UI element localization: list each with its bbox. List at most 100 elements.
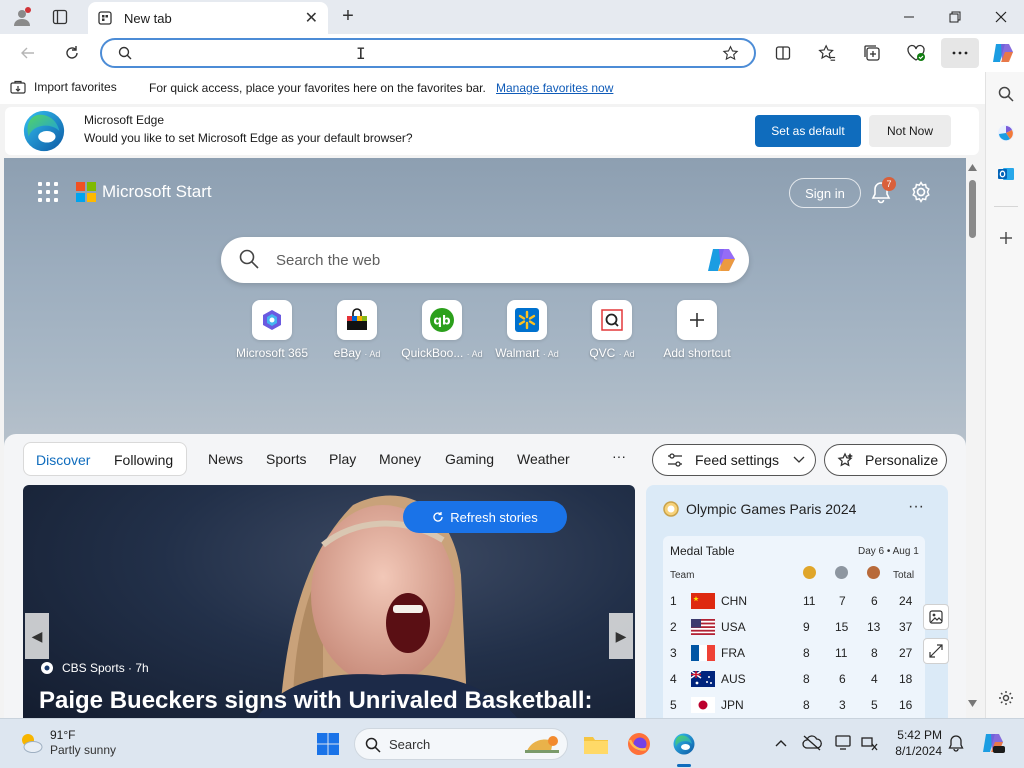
personalize-button[interactable]: Personalize <box>824 444 947 476</box>
table-row[interactable]: 1 CHN 11 7 6 24 <box>663 588 925 614</box>
browser-essentials-icon[interactable] <box>901 40 931 66</box>
story-source[interactable]: CBS Sports · 7h <box>39 661 149 675</box>
table-row[interactable]: 2 USA 9 15 13 37 <box>663 614 925 640</box>
minimize-icon[interactable] <box>886 0 932 34</box>
shortcut-walmart[interactable]: Walmart · Ad <box>482 300 572 360</box>
feed-settings-button[interactable]: Feed settings <box>652 444 816 476</box>
taskbar-search[interactable]: Search <box>354 728 568 760</box>
ad-label: · Ad <box>542 349 559 359</box>
close-window-icon[interactable] <box>978 0 1024 34</box>
silver-count: 3 <box>839 698 846 712</box>
tab-play[interactable]: Play <box>329 451 356 467</box>
china-flag-icon <box>691 593 715 609</box>
weather-widget[interactable]: 91°F Partly sunny <box>18 728 116 758</box>
open-image-button[interactable] <box>923 604 949 630</box>
cloud-sync-icon[interactable] <box>801 732 823 754</box>
scroll-down-icon[interactable] <box>968 700 977 707</box>
story-headline[interactable]: Paige Bueckers signs with Unrivaled Bask… <box>39 687 593 715</box>
tab-actions-icon[interactable] <box>48 6 72 28</box>
tab-following[interactable]: Following <box>114 452 173 468</box>
refresh-icon <box>433 512 443 522</box>
firefox-icon[interactable] <box>623 728 655 760</box>
scroll-up-icon[interactable] <box>968 164 977 171</box>
display-icon[interactable] <box>833 732 855 754</box>
feed-mode-toggle: Discover Following <box>23 442 187 476</box>
set-as-default-button[interactable]: Set as default <box>755 115 861 147</box>
tab-discover[interactable]: Discover <box>36 452 90 468</box>
olympics-widget[interactable]: Olympic Games Paris 2024 ··· Medal Table… <box>646 485 948 718</box>
add-favorite-star-icon[interactable] <box>722 45 739 62</box>
tab-news[interactable]: News <box>208 451 243 467</box>
show-hidden-icons-chevron-icon[interactable] <box>770 732 792 754</box>
tab-weather[interactable]: Weather <box>517 451 570 467</box>
tab-new-tab[interactable]: New tab ✕ <box>88 2 328 34</box>
manage-favorites-link[interactable]: Manage favorites now <box>496 81 613 95</box>
add-shortcut-button[interactable]: Add shortcut <box>652 300 742 360</box>
tab-money[interactable]: Money <box>379 451 421 467</box>
more-tabs-button[interactable]: ··· <box>612 448 626 464</box>
tab-sports[interactable]: Sports <box>266 451 306 467</box>
file-explorer-icon[interactable] <box>580 728 612 760</box>
shortcut-ebay[interactable]: eBay · Ad <box>312 300 402 360</box>
network-icon[interactable] <box>858 732 880 754</box>
refresh-stories-button[interactable]: Refresh stories <box>403 501 567 533</box>
address-bar[interactable]: I <box>100 38 756 68</box>
edge-taskbar-icon[interactable] <box>668 728 700 760</box>
web-search-box[interactable]: Search the web <box>221 237 749 283</box>
split-screen-icon[interactable] <box>768 40 798 66</box>
table-row[interactable]: 3 FRA 8 11 8 27 <box>663 640 925 666</box>
sidebar-copilot-icon[interactable] <box>992 119 1020 147</box>
expand-button[interactable] <box>923 638 949 664</box>
restore-icon[interactable] <box>932 0 978 34</box>
import-favorites-button[interactable]: Import favorites <box>10 80 117 94</box>
hero-story-card[interactable]: Refresh stories ◀ ▶ CBS Sports · 7h Paig… <box>23 485 635 718</box>
team: AUS <box>721 672 746 686</box>
microsoft-start-title[interactable]: Microsoft Start <box>102 182 212 202</box>
sidebar-outlook-icon[interactable] <box>992 160 1020 188</box>
system-clock[interactable]: 5:42 PM 8/1/2024 <box>880 727 942 759</box>
notification-bell-icon[interactable] <box>945 732 967 754</box>
shortcut-qvc[interactable]: QVC · Ad <box>567 300 657 360</box>
start-button[interactable] <box>312 728 344 760</box>
sign-in-button[interactable]: Sign in <box>789 178 861 208</box>
previous-story-arrow[interactable]: ◀ <box>25 613 49 659</box>
back-icon[interactable] <box>14 40 42 66</box>
page-settings-gear-icon[interactable] <box>909 180 933 204</box>
profile-icon[interactable] <box>10 6 34 28</box>
next-story-arrow[interactable]: ▶ <box>609 613 633 659</box>
sidebar-settings-icon[interactable] <box>992 684 1020 712</box>
refresh-icon[interactable] <box>58 40 86 66</box>
close-tab-icon[interactable]: ✕ <box>305 8 318 28</box>
ad-label: · Ad <box>364 349 381 359</box>
shortcut-label: Add shortcut <box>663 346 731 360</box>
rank: 3 <box>670 646 677 660</box>
table-row[interactable]: 5 JPN 8 3 5 16 <box>663 692 925 718</box>
page-scrollbar[interactable] <box>966 158 979 718</box>
gold-count: 8 <box>803 672 810 686</box>
copilot-preview-icon[interactable] <box>980 732 1006 754</box>
new-tab-button[interactable]: + <box>336 6 360 28</box>
scrollbar-thumb[interactable] <box>969 180 976 238</box>
sidebar-search-icon[interactable] <box>992 80 1020 108</box>
address-input[interactable] <box>142 44 702 64</box>
weather-temperature: 91°F <box>50 728 76 742</box>
tab-gaming[interactable]: Gaming <box>445 451 494 467</box>
import-icon <box>10 80 26 94</box>
copilot-icon[interactable] <box>988 40 1018 66</box>
bronze-count: 4 <box>871 672 878 686</box>
table-row[interactable]: 4 AUS 8 6 4 18 <box>663 666 925 692</box>
collections-icon[interactable] <box>857 40 887 66</box>
copilot-search-icon[interactable] <box>707 247 737 273</box>
app-launcher-icon[interactable] <box>38 182 58 202</box>
team: CHN <box>721 594 747 608</box>
svg-text:qb: qb <box>433 314 451 328</box>
active-app-indicator <box>677 764 691 767</box>
not-now-button[interactable]: Not Now <box>869 115 951 147</box>
chevron-down-icon <box>793 456 805 463</box>
favorites-icon[interactable] <box>812 40 842 66</box>
sidebar-add-icon[interactable] <box>992 224 1020 252</box>
settings-and-more-button[interactable] <box>941 38 979 68</box>
olympics-more-button[interactable]: ··· <box>908 498 924 516</box>
shortcut-quickbooks[interactable]: qb QuickBoo... · Ad <box>397 300 487 360</box>
shortcut-microsoft-365[interactable]: Microsoft 365 <box>227 300 317 360</box>
